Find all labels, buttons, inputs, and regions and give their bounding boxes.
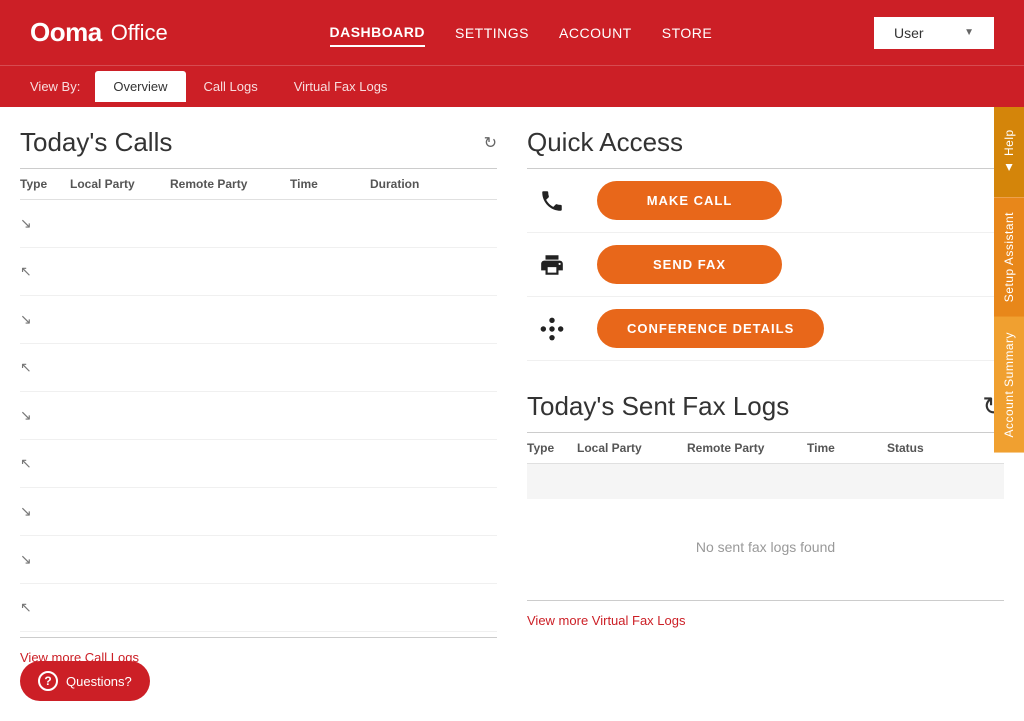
table-row: ↘	[20, 488, 497, 536]
qa-make-call-row: MAKE CALL	[527, 169, 1004, 233]
help-tab[interactable]: ▲ Help	[994, 107, 1024, 197]
inbound-call-icon: ↖	[20, 599, 70, 616]
tab-virtual-fax-logs[interactable]: Virtual Fax Logs	[276, 71, 406, 102]
help-tab-label: Help	[1002, 129, 1016, 156]
tab-overview[interactable]: Overview	[95, 71, 185, 102]
fax-icon	[527, 252, 577, 278]
table-row: ↘	[20, 536, 497, 584]
view-more-fax-logs-link[interactable]: View more Virtual Fax Logs	[527, 600, 1004, 640]
quick-access-title: Quick Access	[527, 127, 1004, 158]
main-nav: DASHBOARD SETTINGS ACCOUNT STORE	[330, 19, 713, 47]
fax-col-local-party: Local Party	[577, 441, 687, 455]
todays-calls-panel: Today's Calls ↻ Type Local Party Remote …	[20, 127, 497, 701]
qa-conference-row: CONFERENCE DETAILS	[527, 297, 1004, 361]
table-row: ↘	[20, 392, 497, 440]
table-row: ↖	[20, 344, 497, 392]
quick-access-section: Quick Access MAKE CALL SEND FAX	[527, 127, 1004, 361]
outbound-call-icon: ↘	[20, 407, 70, 424]
col-duration: Duration	[370, 177, 450, 191]
fax-col-status: Status	[887, 441, 967, 455]
fax-table-header: Type Local Party Remote Party Time Statu…	[527, 433, 1004, 464]
table-row: ↖	[20, 440, 497, 488]
fax-empty-row	[527, 464, 1004, 499]
fax-no-data-message: No sent fax logs found	[527, 499, 1004, 595]
refresh-icon[interactable]: ↻	[484, 133, 497, 153]
fax-col-remote-party: Remote Party	[687, 441, 807, 455]
nav-dashboard[interactable]: DASHBOARD	[330, 19, 426, 47]
calls-table-header: Type Local Party Remote Party Time Durat…	[20, 169, 497, 200]
make-call-button[interactable]: MAKE CALL	[597, 181, 782, 220]
nav-account[interactable]: ACCOUNT	[559, 20, 632, 46]
account-summary-tab[interactable]: Account Summary	[994, 317, 1024, 453]
outbound-call-icon: ↘	[20, 503, 70, 520]
qa-send-fax-row: SEND FAX	[527, 233, 1004, 297]
inbound-call-icon: ↖	[20, 455, 70, 472]
inbound-call-icon: ↖	[20, 263, 70, 280]
conference-details-button[interactable]: CONFERENCE DETAILS	[597, 309, 824, 348]
table-row: ↖	[20, 248, 497, 296]
main-content: Today's Calls ↻ Type Local Party Remote …	[0, 107, 1024, 721]
setup-tab-label: Setup Assistant	[1002, 212, 1016, 302]
user-menu-button[interactable]: User ▼	[874, 17, 994, 49]
fax-logs-title: Today's Sent Fax Logs	[527, 391, 789, 422]
logo: Ooma Office	[30, 17, 168, 48]
table-row: ↖	[20, 584, 497, 632]
nav-settings[interactable]: SETTINGS	[455, 20, 529, 46]
right-panel: Quick Access MAKE CALL SEND FAX	[527, 127, 1004, 701]
col-time: Time	[290, 177, 370, 191]
fax-col-time: Time	[807, 441, 887, 455]
header: Ooma Office DASHBOARD SETTINGS ACCOUNT S…	[0, 0, 1024, 65]
tab-call-logs[interactable]: Call Logs	[186, 71, 276, 102]
send-fax-button[interactable]: SEND FAX	[597, 245, 782, 284]
fax-logs-title-row: Today's Sent Fax Logs ↻	[527, 391, 1004, 422]
phone-icon	[527, 188, 577, 214]
setup-assistant-tab[interactable]: Setup Assistant	[994, 197, 1024, 317]
outbound-call-icon: ↘	[20, 215, 70, 232]
table-row: ↘	[20, 296, 497, 344]
fax-col-type: Type	[527, 441, 577, 455]
inbound-call-icon: ↖	[20, 359, 70, 376]
todays-calls-title-row: Today's Calls ↻	[20, 127, 497, 158]
side-tabs: ▲ Help Setup Assistant Account Summary	[994, 107, 1024, 453]
account-tab-label: Account Summary	[1002, 332, 1016, 438]
table-row: ↘	[20, 200, 497, 248]
todays-calls-title: Today's Calls	[20, 127, 172, 158]
questions-label: Questions?	[66, 674, 132, 689]
col-remote-party: Remote Party	[170, 177, 290, 191]
chevron-down-icon: ▼	[964, 27, 974, 38]
outbound-call-icon: ↘	[20, 551, 70, 568]
help-tab-arrow: ▲	[1002, 161, 1016, 176]
user-label: User	[894, 25, 924, 41]
questions-button[interactable]: ? Questions?	[20, 661, 150, 701]
logo-brand: Ooma	[30, 17, 102, 48]
outbound-call-icon: ↘	[20, 311, 70, 328]
question-mark-icon: ?	[38, 671, 58, 691]
col-local-party: Local Party	[70, 177, 170, 191]
conference-icon	[527, 316, 577, 342]
logo-product: Office	[111, 20, 168, 46]
nav-store[interactable]: STORE	[662, 20, 712, 46]
sub-nav: View By: Overview Call Logs Virtual Fax …	[0, 65, 1024, 107]
view-by-label: View By:	[30, 79, 80, 94]
fax-logs-section: Today's Sent Fax Logs ↻ Type Local Party…	[527, 391, 1004, 640]
col-type: Type	[20, 177, 70, 191]
